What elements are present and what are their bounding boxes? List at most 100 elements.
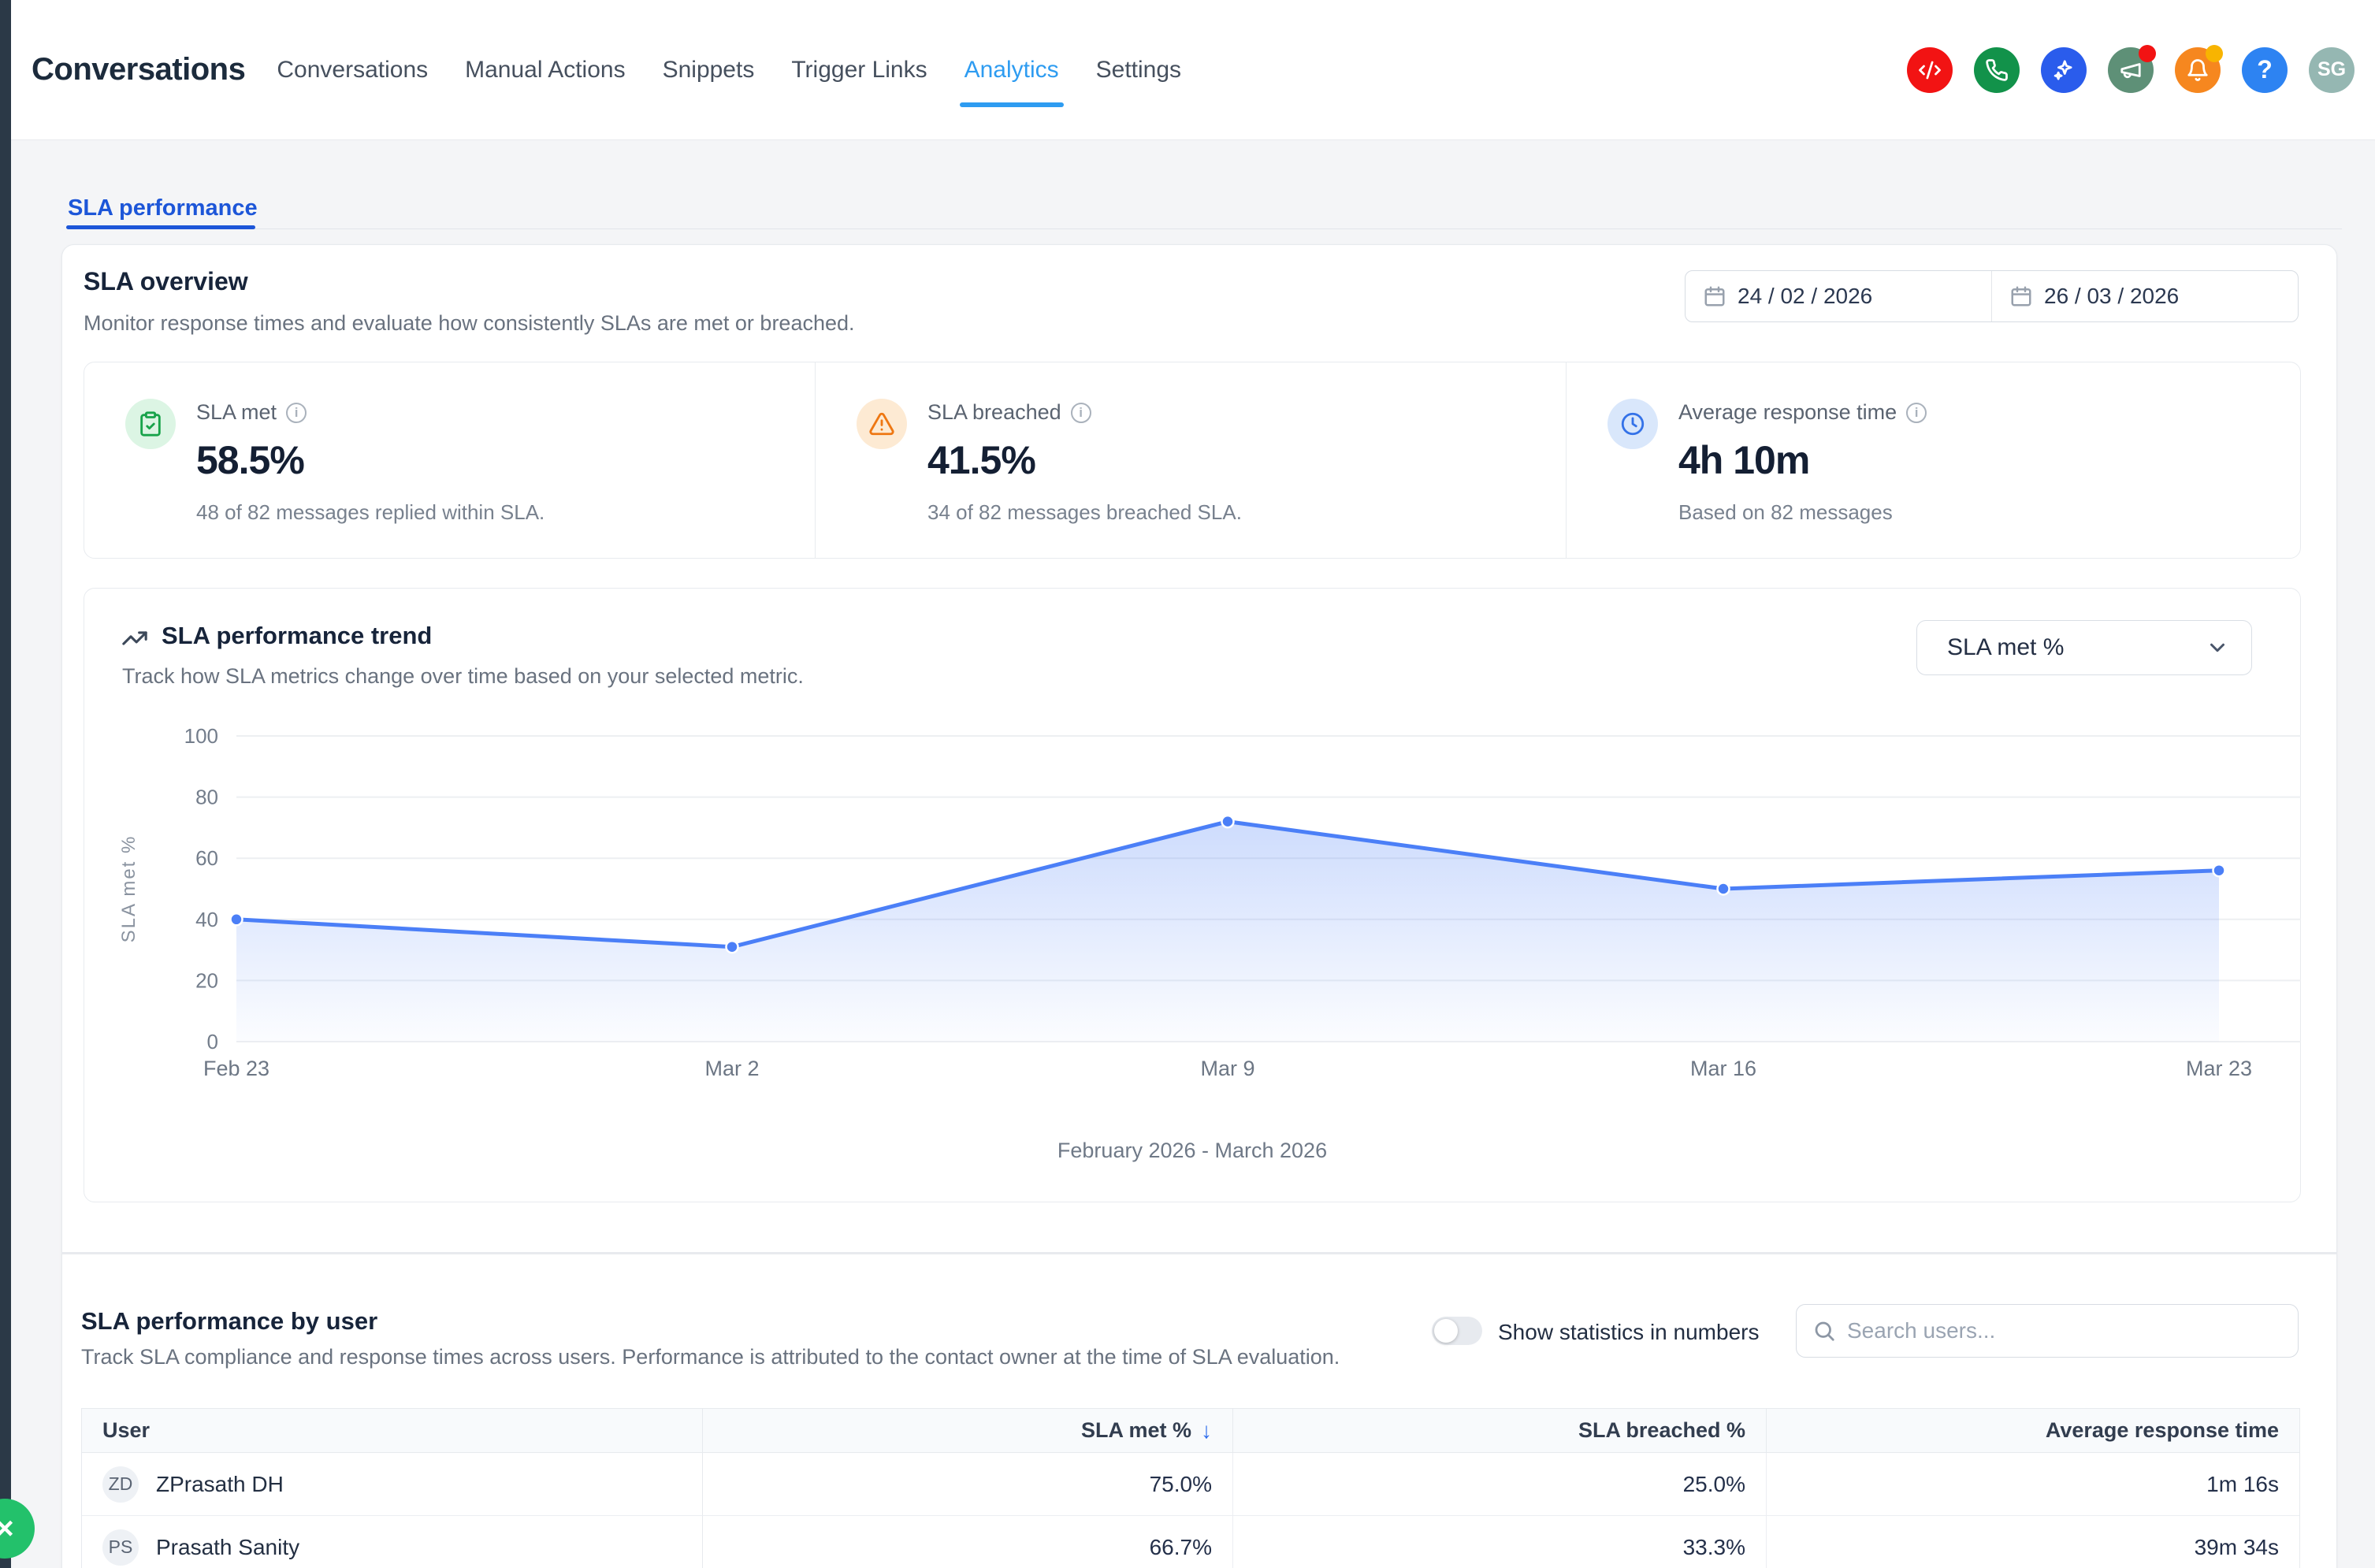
stat-icon-bubble [1607, 399, 1658, 449]
svg-text:60: 60 [195, 846, 218, 870]
announcements-button[interactable] [2108, 47, 2154, 93]
svg-text:40: 40 [195, 908, 218, 931]
trend-chart: 020406080100SLA met %Feb 23Mar 2Mar 9Mar… [84, 715, 2302, 1093]
date-to-field[interactable]: 26 / 03 / 2026 [1991, 271, 2298, 321]
stat-value: 4h 10m [1678, 437, 1927, 483]
calendar-icon [1703, 284, 1726, 308]
svg-text:Mar 9: Mar 9 [1200, 1057, 1254, 1080]
stat-label: SLA met [196, 400, 277, 425]
table-cell-sla-breached: 25.0% [1233, 1453, 1767, 1516]
trending-up-icon [121, 625, 148, 652]
show-statistics-toggle[interactable] [1432, 1317, 1482, 1345]
info-icon[interactable] [286, 403, 307, 423]
stat-label: SLA breached [927, 400, 1061, 425]
close-widget-button[interactable] [0, 1499, 35, 1559]
stat-description: 48 of 82 messages replied within SLA. [196, 500, 545, 525]
stat-avg-response-time: Average response time 4h 10m Based on 82… [1566, 362, 2300, 558]
megaphone-icon [2119, 58, 2143, 82]
stat-sla-met: SLA met 58.5% 48 of 82 messages replied … [84, 362, 815, 558]
column-header-sla-breached[interactable]: SLA breached % [1233, 1409, 1767, 1453]
sla-stats-strip: SLA met 58.5% 48 of 82 messages replied … [84, 362, 2301, 559]
help-icon [2257, 55, 2273, 84]
search-input[interactable] [1847, 1318, 2282, 1343]
toggle-label: Show statistics in numbers [1498, 1318, 1759, 1347]
stat-description: 34 of 82 messages breached SLA. [927, 500, 1242, 525]
top-header: Conversations Conversations Manual Actio… [11, 0, 2375, 140]
tab-trigger-links[interactable]: Trigger Links [791, 57, 927, 84]
date-from-field[interactable]: 24 / 02 / 2026 [1686, 271, 1991, 321]
info-icon[interactable] [1906, 403, 1927, 423]
left-sidebar-edge [0, 0, 11, 1568]
table-cell-avg-response: 39m 34s [1767, 1516, 2299, 1568]
phone-button[interactable] [1974, 47, 2020, 93]
stat-sla-breached: SLA breached 41.5% 34 of 82 messages bre… [815, 362, 1566, 558]
notification-dot [2139, 45, 2156, 62]
table-row-user-cell[interactable]: PS Prasath Sanity [82, 1516, 703, 1568]
svg-text:SLA met %: SLA met % [118, 835, 139, 943]
stat-icon-bubble [125, 399, 176, 449]
table-cell-sla-breached: 33.3% [1233, 1516, 1767, 1568]
code-button[interactable] [1907, 47, 1953, 93]
date-to-value: 26 / 03 / 2026 [2044, 284, 2179, 309]
calendar-icon [2009, 284, 2033, 308]
user-name: ZPrasath DH [156, 1472, 284, 1497]
column-header-avg-response[interactable]: Average response time [1767, 1409, 2299, 1453]
tab-sla-performance[interactable]: SLA performance [68, 195, 258, 221]
svg-text:0: 0 [207, 1030, 218, 1053]
info-icon[interactable] [1071, 403, 1091, 423]
code-icon [1918, 58, 1942, 82]
table-cell-sla-met: 66.7% [703, 1516, 1233, 1568]
column-header-user[interactable]: User [82, 1409, 703, 1453]
section-divider [62, 1252, 2336, 1254]
clipboard-check-icon [137, 411, 164, 437]
warning-triangle-icon [868, 411, 895, 437]
trend-chart-area: 020406080100SLA met %Feb 23Mar 2Mar 9Mar… [84, 715, 2302, 1093]
table-cell-avg-response: 1m 16s [1767, 1453, 2299, 1516]
close-icon [0, 1513, 14, 1544]
overview-subtitle: Monitor response times and evaluate how … [84, 311, 855, 336]
clock-icon [1619, 411, 1646, 437]
avatar: ZD [102, 1466, 139, 1503]
date-range-picker: 24 / 02 / 2026 26 / 03 / 2026 [1685, 270, 2299, 322]
stat-label: Average response time [1678, 400, 1897, 425]
metric-select-value: SLA met % [1947, 634, 2206, 661]
svg-text:Feb 23: Feb 23 [203, 1057, 269, 1080]
trend-subtitle: Track how SLA metrics change over time b… [122, 664, 804, 689]
sla-trend-card: SLA performance trend Track how SLA metr… [84, 588, 2301, 1202]
avatar: PS [102, 1529, 139, 1566]
svg-text:Mar 16: Mar 16 [1690, 1057, 1756, 1080]
date-from-value: 24 / 02 / 2026 [1738, 284, 1872, 309]
table-cell-sla-met: 75.0% [703, 1453, 1233, 1516]
trend-title: SLA performance trend [162, 622, 432, 650]
help-button[interactable] [2242, 47, 2288, 93]
sla-user-table: User SLA met % ↓ SLA breached % Average … [81, 1408, 2300, 1568]
stat-value: 41.5% [927, 437, 1242, 483]
content-card: SLA overview Monitor response times and … [61, 244, 2337, 1568]
tab-snippets[interactable]: Snippets [663, 57, 755, 84]
user-avatar[interactable]: SG [2309, 47, 2355, 93]
sort-desc-icon: ↓ [1201, 1418, 1212, 1444]
ai-sparkles-button[interactable] [2041, 47, 2087, 93]
search-icon [1812, 1319, 1836, 1343]
stat-icon-bubble [857, 399, 907, 449]
svg-text:20: 20 [195, 968, 218, 992]
tab-settings[interactable]: Settings [1096, 57, 1181, 84]
tab-analytics[interactable]: Analytics [964, 57, 1059, 84]
by-user-title: SLA performance by user [81, 1307, 377, 1336]
by-user-subtitle: Track SLA compliance and response times … [81, 1345, 1340, 1369]
svg-text:80: 80 [195, 786, 218, 809]
table-row-user-cell[interactable]: ZD ZPrasath DH [82, 1453, 703, 1516]
page-title: Conversations [32, 52, 245, 87]
svg-text:100: 100 [184, 724, 218, 748]
tab-manual-actions[interactable]: Manual Actions [465, 57, 625, 84]
user-name: Prasath Sanity [156, 1535, 299, 1560]
tab-conversations[interactable]: Conversations [277, 57, 428, 84]
metric-select[interactable]: SLA met % [1916, 620, 2252, 675]
notification-dot [2206, 45, 2223, 62]
notifications-button[interactable] [2175, 47, 2221, 93]
overview-title: SLA overview [84, 267, 248, 296]
svg-text:Mar 23: Mar 23 [2186, 1057, 2252, 1080]
column-header-sla-met[interactable]: SLA met % ↓ [703, 1409, 1233, 1453]
header-actions: SG [1907, 47, 2355, 93]
sparkles-icon [2052, 58, 2076, 82]
